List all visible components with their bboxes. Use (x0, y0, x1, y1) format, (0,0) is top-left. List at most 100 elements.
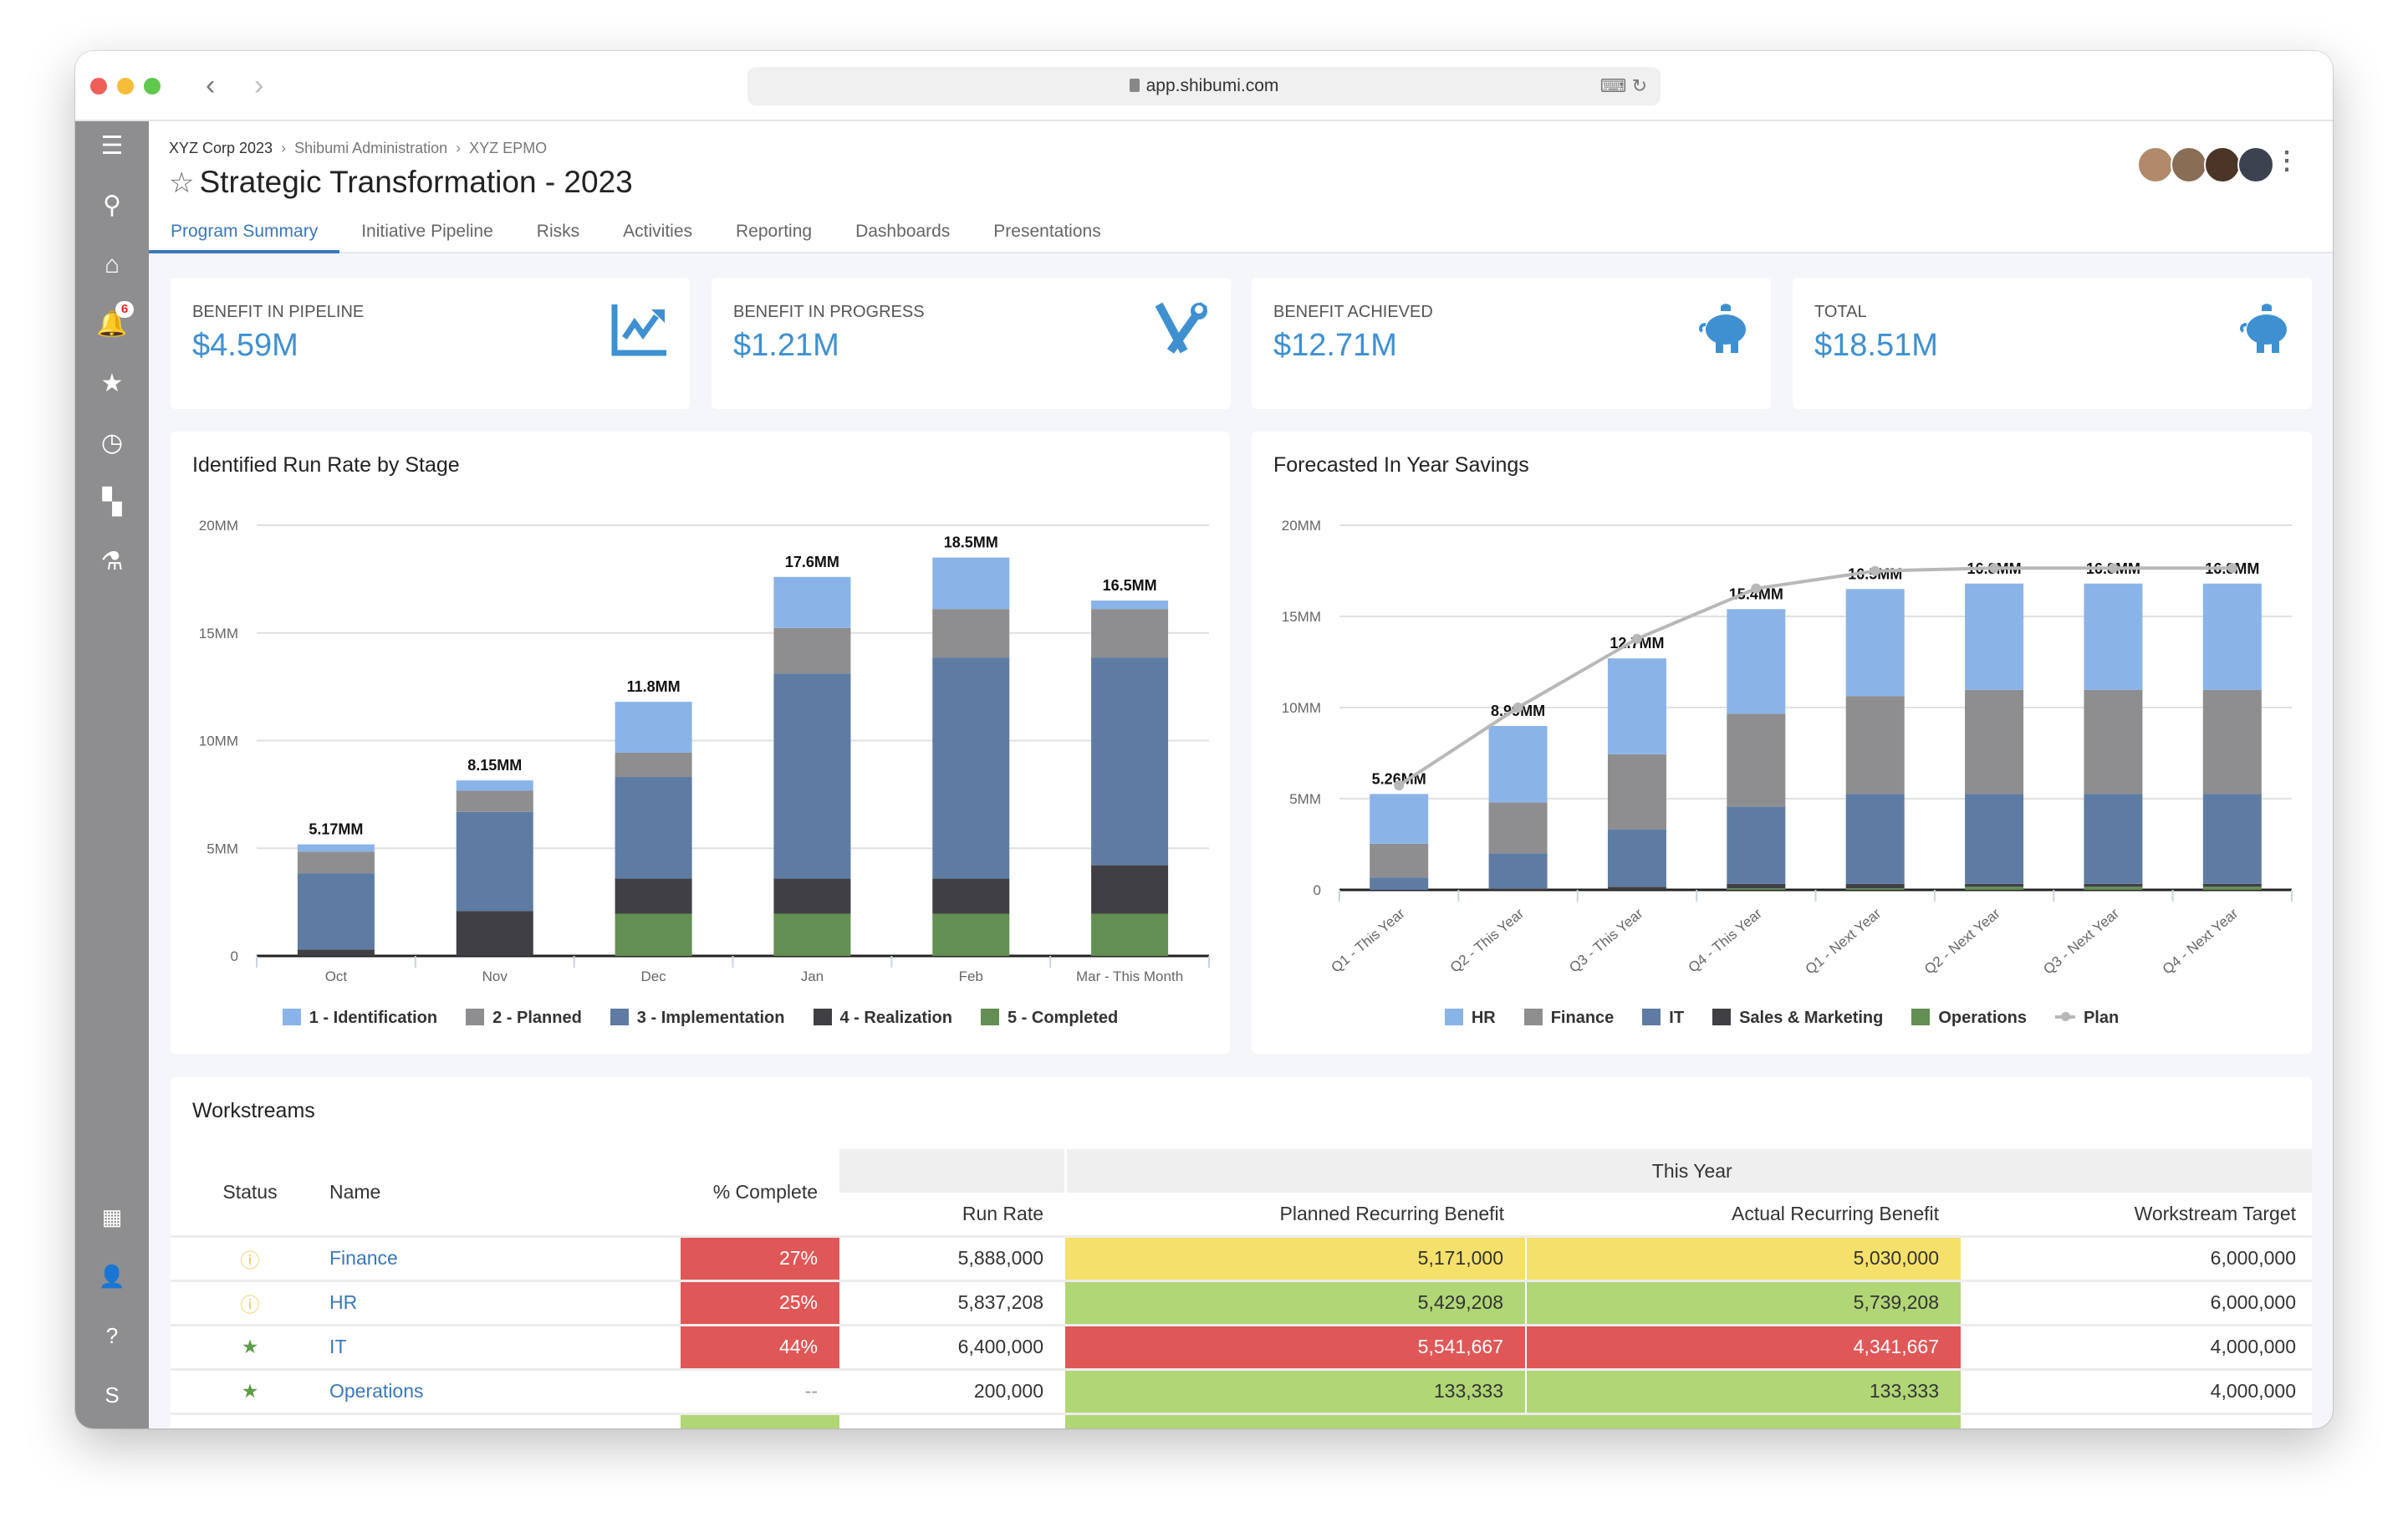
bar-segment-1-identification[interactable] (773, 576, 851, 628)
bar-segment-finance[interactable] (1370, 843, 1429, 878)
column-header-actual[interactable]: Actual Recurring Benefit (1526, 1193, 1961, 1236)
bar-segment-2-planned[interactable] (615, 752, 692, 778)
bar-segment-hr[interactable] (1727, 609, 1786, 714)
bar-segment-3-implementation[interactable] (773, 673, 851, 879)
bar-segment-hr[interactable] (1845, 589, 1905, 697)
bar-segment-operations[interactable] (1965, 887, 2024, 890)
bar-segment-2-planned[interactable] (297, 851, 375, 874)
bar-segment-finance[interactable] (1607, 754, 1666, 830)
legend-item[interactable]: Sales & Marketing (1712, 1009, 1883, 1028)
legend-item[interactable]: Plan (2054, 1009, 2119, 1028)
bar-segment-3-implementation[interactable] (615, 777, 692, 879)
bar-segment-5-completed[interactable] (1091, 913, 1169, 956)
breadcrumb-item[interactable]: Shibumi Administration (294, 140, 447, 156)
hierarchy-icon[interactable]: ▚ (75, 486, 149, 519)
search-icon[interactable]: ⚲ (75, 189, 149, 222)
table-row[interactable]: ★ Operations -- 200,000 133,333 133,333 4,000,… (171, 1367, 2312, 1413)
bar-segment-1-identification[interactable] (297, 844, 375, 852)
bar-segment-it[interactable] (2202, 794, 2262, 884)
plan-point[interactable] (1989, 563, 2000, 574)
translate-icon[interactable]: ⌨ (1600, 75, 1627, 96)
legend-item[interactable]: HR (1444, 1009, 1496, 1028)
table-row[interactable] (171, 1412, 2312, 1428)
column-header-pct-complete[interactable]: % Complete (681, 1149, 839, 1236)
bar-segment-it[interactable] (1727, 806, 1786, 884)
menu-icon[interactable]: ☰ (75, 130, 149, 163)
bar-segment-hr[interactable] (1370, 794, 1429, 844)
bar-segment-2-planned[interactable] (1091, 609, 1169, 658)
plan-point[interactable] (1513, 703, 1523, 713)
bar-segment-2-planned[interactable] (932, 609, 1010, 658)
column-header-run-rate[interactable]: Run Rate (839, 1193, 1065, 1236)
bar-segment-sales-marketing[interactable] (1965, 883, 2024, 887)
tab-dashboards[interactable]: Dashboards (834, 215, 972, 253)
table-row[interactable]: ⓘ HR 25% 5,837,208 5,429,208 5,739,208 6,000,0… (171, 1279, 2312, 1325)
bar-segment-3-implementation[interactable] (1091, 657, 1169, 866)
bar-segment-5-completed[interactable] (615, 913, 692, 956)
plan-point[interactable] (1751, 583, 1762, 594)
building-icon[interactable]: ▦ (75, 1200, 149, 1234)
plan-point[interactable] (1870, 565, 1880, 576)
avatar[interactable] (2237, 146, 2274, 183)
bar-segment-it[interactable] (1845, 794, 1905, 884)
bar-segment-operations[interactable] (1727, 888, 1786, 890)
bar-segment-3-implementation[interactable] (456, 811, 533, 912)
bar-segment-5-completed[interactable] (773, 913, 851, 956)
bar-segment-finance[interactable] (1965, 689, 2024, 795)
help-icon[interactable]: ? (75, 1319, 149, 1352)
avatar[interactable] (2171, 146, 2207, 183)
bar-segment-1-identification[interactable] (1091, 600, 1169, 610)
avatar[interactable] (2137, 146, 2174, 183)
bar-segment-finance[interactable] (1727, 713, 1786, 807)
address-bar[interactable]: app.shibumi.com ⌨ ↻ (747, 67, 1661, 105)
breadcrumb-item[interactable]: XYZ Corp 2023 (169, 140, 273, 156)
bar-segment-hr[interactable] (2202, 583, 2262, 690)
avatar[interactable] (2204, 146, 2241, 183)
bar-segment-sales-marketing[interactable] (1845, 883, 1905, 889)
clock-icon[interactable]: ◷ (75, 427, 149, 460)
legend-item[interactable]: 5 - Completed (980, 1009, 1118, 1028)
legend-item[interactable]: 1 - Identification (282, 1009, 437, 1028)
reload-icon[interactable]: ↻ (1632, 75, 1647, 96)
bar-segment-sales-marketing[interactable] (1607, 887, 1666, 890)
bar-segment-it[interactable] (1607, 829, 1666, 887)
shibumi-logo-icon[interactable]: S (75, 1378, 149, 1412)
bar-segment-1-identification[interactable] (615, 702, 692, 753)
user-icon[interactable]: 👤 (75, 1260, 149, 1293)
breadcrumb-item[interactable]: XYZ EPMO (469, 140, 547, 156)
home-icon[interactable]: ⌂ (75, 248, 149, 282)
compass-icon[interactable]: ⚗ (75, 545, 149, 579)
plan-point[interactable] (1394, 780, 1405, 791)
bar-segment-3-implementation[interactable] (932, 657, 1010, 879)
bar-segment-finance[interactable] (2202, 689, 2262, 795)
bar-segment-4-realization[interactable] (456, 911, 533, 956)
workstream-name-link[interactable]: Operations (329, 1367, 681, 1413)
more-options-icon[interactable]: ⋮ (2274, 146, 2299, 176)
back-icon[interactable]: ‹ (206, 69, 215, 102)
forward-icon[interactable]: › (254, 69, 263, 102)
tab-reporting[interactable]: Reporting (714, 215, 834, 253)
tab-initiative-pipeline[interactable]: Initiative Pipeline (339, 215, 515, 253)
tab-risks[interactable]: Risks (515, 215, 601, 253)
bar-segment-1-identification[interactable] (932, 557, 1010, 610)
legend-item[interactable]: Finance (1523, 1009, 1614, 1028)
bell-icon[interactable]: 🔔 6 (75, 301, 149, 341)
bar-segment-3-implementation[interactable] (297, 873, 375, 950)
bar-segment-it[interactable] (2084, 794, 2143, 884)
legend-item[interactable]: 2 - Planned (466, 1009, 582, 1028)
tab-presentations[interactable]: Presentations (972, 215, 1122, 253)
bar-segment-1-identification[interactable] (456, 780, 533, 791)
table-row[interactable]: ⓘ Finance 27% 5,888,000 5,171,000 5,030,000 6,… (171, 1234, 2312, 1280)
bar-segment-hr[interactable] (2084, 583, 2143, 690)
close-window-button[interactable] (90, 78, 107, 95)
bar-segment-sales-marketing[interactable] (2084, 883, 2143, 887)
table-row[interactable]: ★ IT 44% 6,400,000 5,541,667 4,341,667 4,000,0… (171, 1323, 2312, 1369)
legend-item[interactable]: 3 - Implementation (610, 1009, 785, 1028)
bar-segment-sales-marketing[interactable] (1727, 883, 1786, 889)
bar-segment-it[interactable] (1370, 877, 1429, 890)
bar-segment-hr[interactable] (1965, 583, 2024, 690)
workstream-name-link[interactable]: IT (329, 1323, 681, 1369)
column-header-target[interactable]: Workstream Target (1961, 1193, 2312, 1236)
bar-segment-4-realization[interactable] (932, 878, 1010, 914)
collaborator-avatars[interactable] (2137, 146, 2274, 183)
